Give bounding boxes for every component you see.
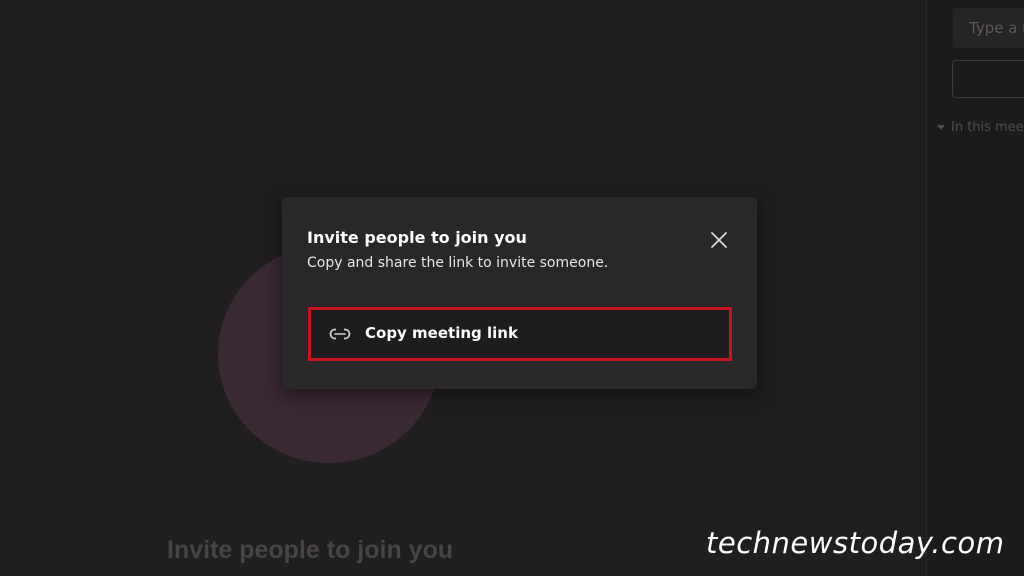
caret-down-icon [937, 125, 945, 130]
stage-caption: Invite people to join you [167, 536, 454, 564]
copy-link-label: Copy meeting link [365, 324, 518, 342]
dialog-subtitle: Copy and share the link to invite someon… [307, 255, 609, 271]
section-in-this-meeting[interactable]: In this meet [937, 120, 1024, 135]
meeting-stage: Invite people to join you Type a n In th… [0, 0, 1024, 576]
people-side-panel: Type a n In this meet [926, 0, 1024, 576]
dialog-title: Invite people to join you [307, 228, 527, 247]
watermark: technewstoday.com [706, 526, 1005, 560]
close-button[interactable] [706, 227, 732, 253]
people-input-field[interactable] [952, 60, 1024, 98]
close-icon [711, 232, 727, 248]
link-icon [329, 328, 351, 340]
invite-dialog: Invite people to join you Copy and share… [282, 197, 757, 389]
copy-meeting-link-button[interactable]: Copy meeting link [308, 307, 732, 361]
people-search-input[interactable]: Type a n [953, 8, 1024, 48]
section-label: In this meet [951, 120, 1024, 135]
